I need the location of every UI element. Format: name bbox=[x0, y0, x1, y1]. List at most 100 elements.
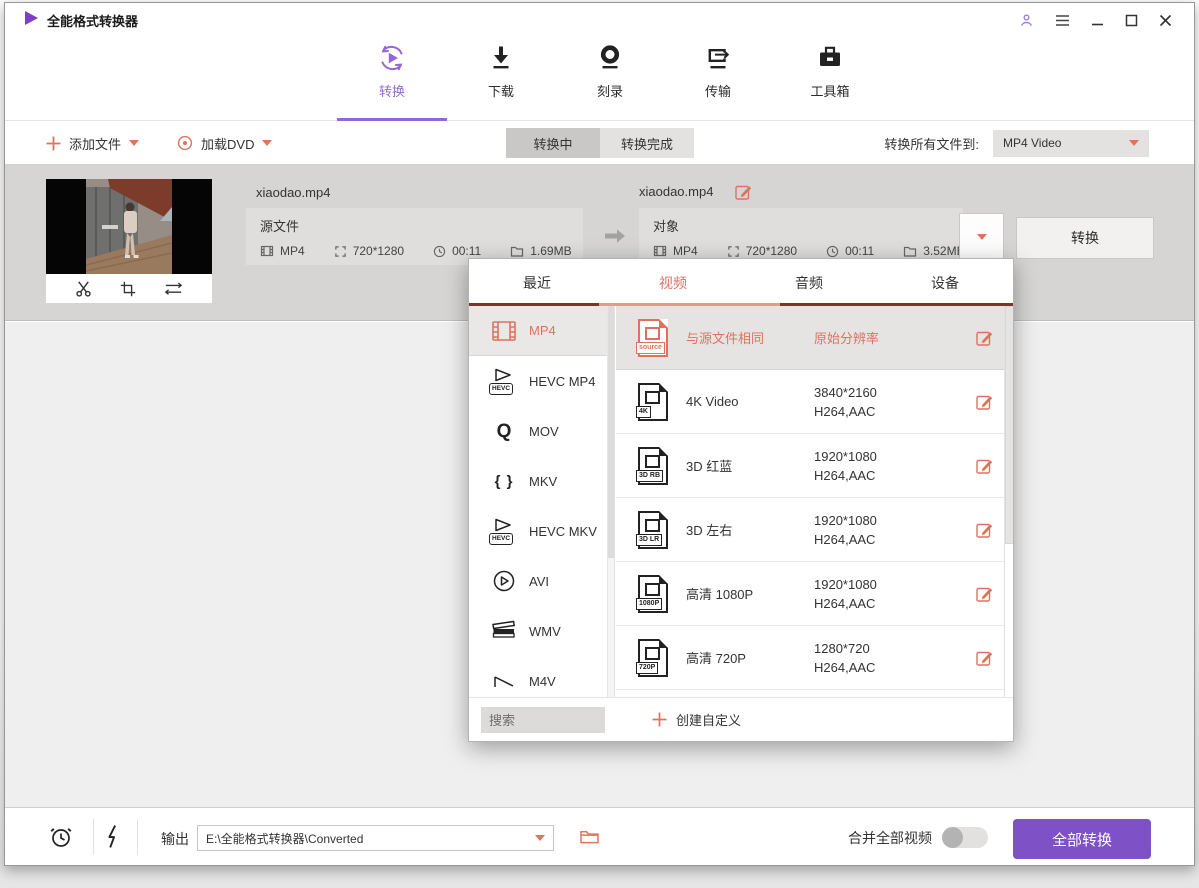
convert-single-button[interactable]: 转换 bbox=[1016, 217, 1154, 259]
edit-preset-icon[interactable] bbox=[976, 457, 993, 474]
popup-tab-video[interactable]: 视频 bbox=[605, 259, 741, 306]
hevc-play-icon: HEVC bbox=[489, 368, 519, 395]
preset-row-3d-leftright[interactable]: 3D LR 3D 左右 1920*1080H264,AAC bbox=[616, 498, 1013, 562]
size-folder-icon bbox=[510, 245, 524, 258]
format-list-scrollbar[interactable] bbox=[607, 306, 614, 697]
format-list: MP4 HEVC HEVC MP4 Q MOV { } MKV HEVC HEV… bbox=[469, 306, 615, 697]
preset-row-hd-1080p[interactable]: 1080P 高清 1080P 1920*1080H264,AAC bbox=[616, 562, 1013, 626]
convert-all-button[interactable]: 全部转换 bbox=[1013, 819, 1151, 859]
crop-icon[interactable] bbox=[119, 280, 137, 298]
popup-tab-recent[interactable]: 最近 bbox=[469, 259, 605, 306]
wmv-clapperboard-icon bbox=[491, 620, 517, 642]
preset-3dlr-icon: 3D LR bbox=[638, 511, 668, 549]
nav-tab-transfer[interactable]: 传输 bbox=[670, 43, 766, 100]
convert-all-format-dropdown[interactable]: MP4 Video bbox=[993, 130, 1149, 157]
trim-scissors-icon[interactable] bbox=[74, 279, 93, 298]
user-account-icon[interactable] bbox=[1019, 13, 1034, 28]
schedule-alarm-icon[interactable] bbox=[48, 824, 74, 850]
resolution-expand-icon bbox=[727, 245, 740, 258]
format-item-avi[interactable]: AVI bbox=[469, 556, 614, 606]
target-filename: xiaodao.mp4 bbox=[639, 184, 713, 199]
output-path-combobox[interactable]: E:\全能格式转换器\Converted bbox=[197, 825, 554, 851]
preset-row-3d-redblue[interactable]: 3D RB 3D 红蓝 1920*1080H264,AAC bbox=[616, 434, 1013, 498]
source-info-panel: 源文件 MP4 720*1280 00:11 1.69MB bbox=[246, 208, 583, 265]
preset-source-icon: source bbox=[638, 319, 668, 357]
target-panel-title: 对象 bbox=[653, 216, 949, 235]
nav-tab-burn[interactable]: 刻录 bbox=[562, 43, 658, 100]
format-item-m4v[interactable]: M4V bbox=[469, 656, 614, 697]
duration-clock-icon bbox=[433, 245, 446, 258]
preset-list: source 与源文件相同 原始分辨率 4K 4K Video 3840*216… bbox=[616, 306, 1013, 697]
preset-row-hd-720p[interactable]: 720P 高清 720P 1280*720H264,AAC bbox=[616, 626, 1013, 690]
format-item-hevc-mp4[interactable]: HEVC HEVC MP4 bbox=[469, 356, 614, 406]
edit-preset-icon[interactable] bbox=[976, 521, 993, 538]
toolbox-icon bbox=[815, 43, 845, 73]
size-folder-icon bbox=[903, 245, 917, 258]
format-search-input[interactable] bbox=[481, 707, 605, 733]
output-label: 输出 bbox=[161, 829, 189, 849]
close-icon[interactable] bbox=[1159, 14, 1172, 27]
effects-sliders-icon[interactable] bbox=[163, 280, 184, 298]
target-format-dropdown-button[interactable] bbox=[959, 213, 1004, 260]
merge-videos-toggle[interactable] bbox=[942, 827, 988, 848]
transfer-icon bbox=[703, 43, 733, 73]
preset-list-scrollbar[interactable] bbox=[1004, 306, 1013, 697]
merge-videos-label: 合并全部视频 bbox=[848, 828, 932, 848]
edit-preset-icon[interactable] bbox=[976, 649, 993, 666]
video-thumbnail bbox=[46, 179, 212, 274]
format-item-mp4[interactable]: MP4 bbox=[469, 306, 614, 356]
format-film-icon bbox=[260, 244, 274, 258]
nav-label: 刻录 bbox=[597, 81, 623, 100]
nav-tab-convert[interactable]: 转换 bbox=[344, 43, 440, 100]
popup-tab-audio[interactable]: 音频 bbox=[741, 259, 877, 306]
rename-edit-icon[interactable] bbox=[735, 183, 752, 200]
toggle-knob bbox=[942, 827, 963, 848]
maximize-icon[interactable] bbox=[1125, 14, 1138, 27]
edit-preset-icon[interactable] bbox=[976, 393, 993, 410]
preset-1080p-icon: 1080P bbox=[638, 575, 668, 613]
format-film-icon bbox=[653, 244, 667, 258]
chevron-down-icon bbox=[129, 140, 139, 146]
popup-tab-device[interactable]: 设备 bbox=[877, 259, 1013, 306]
app-window: 全能格式转换器 转换 下载 刻录 传输 工具箱 bbox=[4, 2, 1195, 866]
preset-row-same-as-source[interactable]: source 与源文件相同 原始分辨率 bbox=[616, 306, 1013, 370]
titlebar: 全能格式转换器 bbox=[5, 3, 1194, 33]
format-picker-popup: 最近 视频 音频 设备 MP4 HEVC HEVC MP4 Q MOV { } … bbox=[468, 258, 1014, 742]
performance-bolt-icon[interactable] bbox=[104, 824, 121, 849]
format-item-wmv[interactable]: WMV bbox=[469, 606, 614, 656]
open-folder-icon[interactable] bbox=[579, 828, 600, 845]
resolution-expand-icon bbox=[334, 245, 347, 258]
nav-tab-toolbox[interactable]: 工具箱 bbox=[782, 43, 878, 100]
add-files-button[interactable]: 添加文件 bbox=[46, 134, 139, 153]
create-custom-button[interactable]: 创建自定义 bbox=[652, 710, 741, 729]
nav-label: 工具箱 bbox=[810, 81, 849, 100]
load-dvd-button[interactable]: 加载DVD bbox=[177, 134, 272, 153]
edit-preset-icon[interactable] bbox=[976, 585, 993, 602]
format-item-hevc-mkv[interactable]: HEVC HEVC MKV bbox=[469, 506, 614, 556]
quicktime-q-icon: Q bbox=[497, 422, 512, 441]
avi-play-circle-icon bbox=[492, 569, 516, 593]
duration-clock-icon bbox=[826, 245, 839, 258]
plus-icon bbox=[46, 136, 61, 151]
nav-label: 下载 bbox=[488, 81, 514, 100]
format-item-mov[interactable]: Q MOV bbox=[469, 406, 614, 456]
menu-icon[interactable] bbox=[1055, 14, 1070, 27]
nav-tab-download[interactable]: 下载 bbox=[453, 43, 549, 100]
format-item-mkv[interactable]: { } MKV bbox=[469, 456, 614, 506]
tab-converting[interactable]: 转换中 bbox=[506, 128, 600, 158]
chevron-down-icon bbox=[535, 835, 545, 841]
preset-3drb-icon: 3D RB bbox=[638, 447, 668, 485]
nav-label: 传输 bbox=[705, 81, 731, 100]
convert-all-to-label: 转换所有文件到: bbox=[884, 134, 979, 153]
chevron-down-icon bbox=[262, 140, 272, 146]
bottom-bar: 输出 E:\全能格式转换器\Converted 合并全部视频 全部转换 bbox=[5, 807, 1194, 865]
preset-720p-icon: 720P bbox=[638, 639, 668, 677]
preset-row-4k[interactable]: 4K 4K Video 3840*2160H264,AAC bbox=[616, 370, 1013, 434]
minimize-icon[interactable] bbox=[1091, 14, 1104, 27]
edit-preset-icon[interactable] bbox=[976, 329, 993, 346]
main-nav: 转换 下载 刻录 传输 工具箱 bbox=[5, 33, 1194, 121]
tab-finished[interactable]: 转换完成 bbox=[600, 128, 694, 158]
target-info-panel: 对象 MP4 720*1280 00:11 3.52MB bbox=[639, 208, 963, 265]
mp4-film-icon bbox=[491, 319, 517, 343]
convert-icon bbox=[377, 43, 407, 73]
